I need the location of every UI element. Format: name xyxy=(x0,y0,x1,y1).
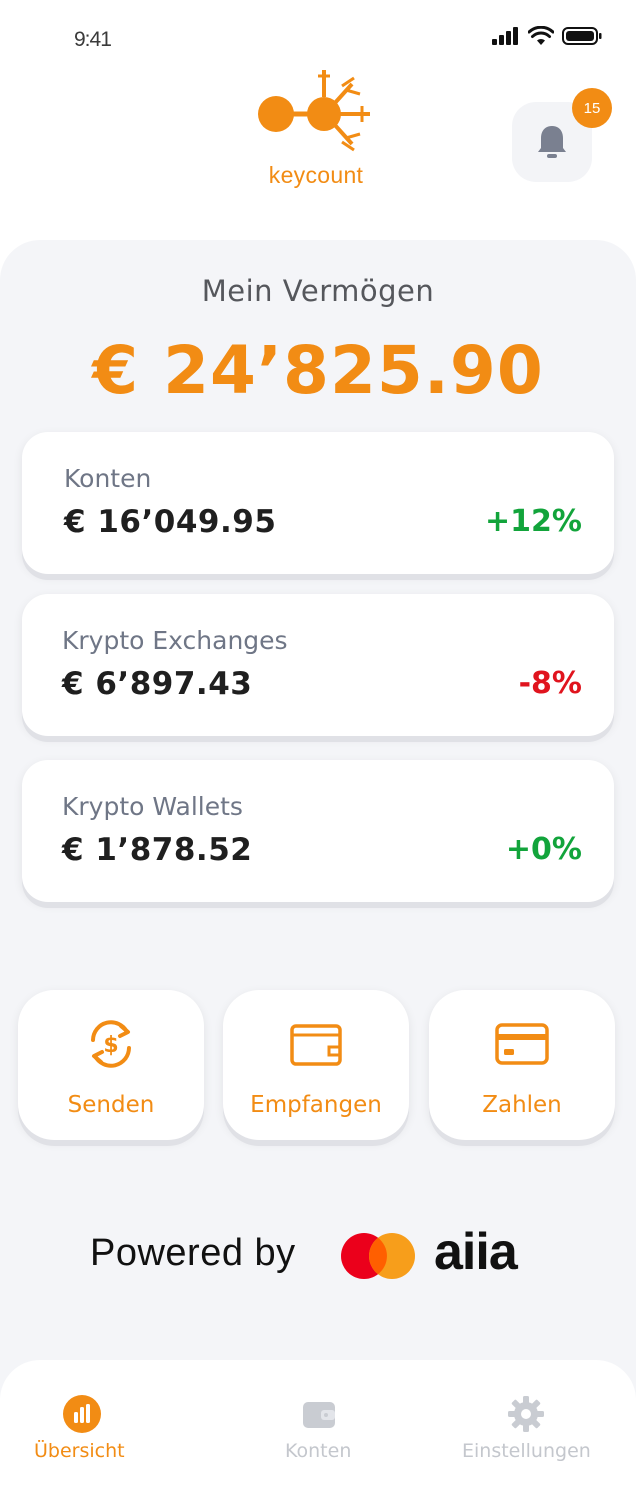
nav-label-overview: Übersicht xyxy=(34,1440,125,1462)
currency-exchange-icon: $ xyxy=(91,1020,131,1068)
powered-by-text: Powered by xyxy=(90,1232,296,1274)
card-change: +0% xyxy=(505,832,582,867)
nav-icon-wrap xyxy=(506,1394,546,1434)
receive-label: Empfangen xyxy=(250,1092,382,1118)
send-button[interactable]: $ Senden xyxy=(18,990,204,1140)
brand-name: keycount xyxy=(268,162,364,188)
pay-button[interactable]: Zahlen xyxy=(429,990,615,1140)
card-title: Krypto Wallets xyxy=(62,792,243,821)
nav-label-settings: Einstellungen xyxy=(462,1440,591,1462)
nav-label-accounts: Konten xyxy=(285,1440,352,1462)
keycount-logo-mark xyxy=(258,70,370,152)
keycount-logo: keycount xyxy=(256,66,376,190)
bell-icon xyxy=(538,126,566,158)
card-balance: € 16’049.95 xyxy=(64,504,277,540)
total-wealth-label: Mein Vermögen xyxy=(201,274,435,308)
account-card-krypto-exchanges[interactable]: Krypto Exchanges € 6’897.43 -8% xyxy=(22,594,614,736)
notification-count-badge: 15 xyxy=(572,88,612,128)
card-title: Krypto Exchanges xyxy=(62,626,288,655)
account-card-krypto-wallets[interactable]: Krypto Wallets € 1’878.52 +0% xyxy=(22,760,614,902)
action-icon-wrap xyxy=(223,1018,409,1070)
nav-icon-wrap xyxy=(62,1394,102,1434)
receive-button[interactable]: Empfangen xyxy=(223,990,409,1140)
card-balance: € 6’897.43 xyxy=(62,666,253,702)
bar-chart-icon xyxy=(63,1395,101,1433)
mastercard-logo xyxy=(341,1233,415,1279)
send-label: Senden xyxy=(67,1092,155,1118)
card-change: +12% xyxy=(485,504,582,539)
total-wealth-value: € 24’825.90 xyxy=(92,332,544,409)
bottom-navigation: Übersicht Konten Einstellungen xyxy=(0,1360,636,1486)
nav-item-overview[interactable]: Übersicht xyxy=(30,1360,134,1486)
account-card-konten[interactable]: Konten € 16’049.95 +12% xyxy=(22,432,614,574)
card-title: Konten xyxy=(64,464,152,493)
action-icon-wrap xyxy=(429,1018,615,1070)
aiia-logo: aiia xyxy=(434,1223,518,1281)
gear-icon xyxy=(508,1396,544,1432)
status-time: 9:41 xyxy=(74,28,112,51)
card-change: -8% xyxy=(518,666,582,701)
credit-card-icon xyxy=(495,1023,549,1065)
status-bar: 9:41 xyxy=(0,0,636,70)
nav-item-settings[interactable]: Einstellungen xyxy=(458,1360,598,1486)
status-icons xyxy=(492,26,602,46)
wifi-icon xyxy=(528,26,554,45)
wallet-icon xyxy=(303,1402,335,1428)
powered-by-banner: Powered by aiia xyxy=(90,1218,560,1298)
nav-item-accounts[interactable]: Konten xyxy=(278,1360,360,1486)
battery-icon xyxy=(562,27,602,45)
action-icon-wrap: $ xyxy=(18,1018,204,1070)
svg-text:$: $ xyxy=(103,1033,118,1058)
wallet-icon xyxy=(290,1024,342,1066)
pay-label: Zahlen xyxy=(482,1092,562,1118)
card-balance: € 1’878.52 xyxy=(62,832,253,868)
nav-icon-wrap xyxy=(299,1394,339,1434)
cellular-signal-icon xyxy=(492,27,518,45)
